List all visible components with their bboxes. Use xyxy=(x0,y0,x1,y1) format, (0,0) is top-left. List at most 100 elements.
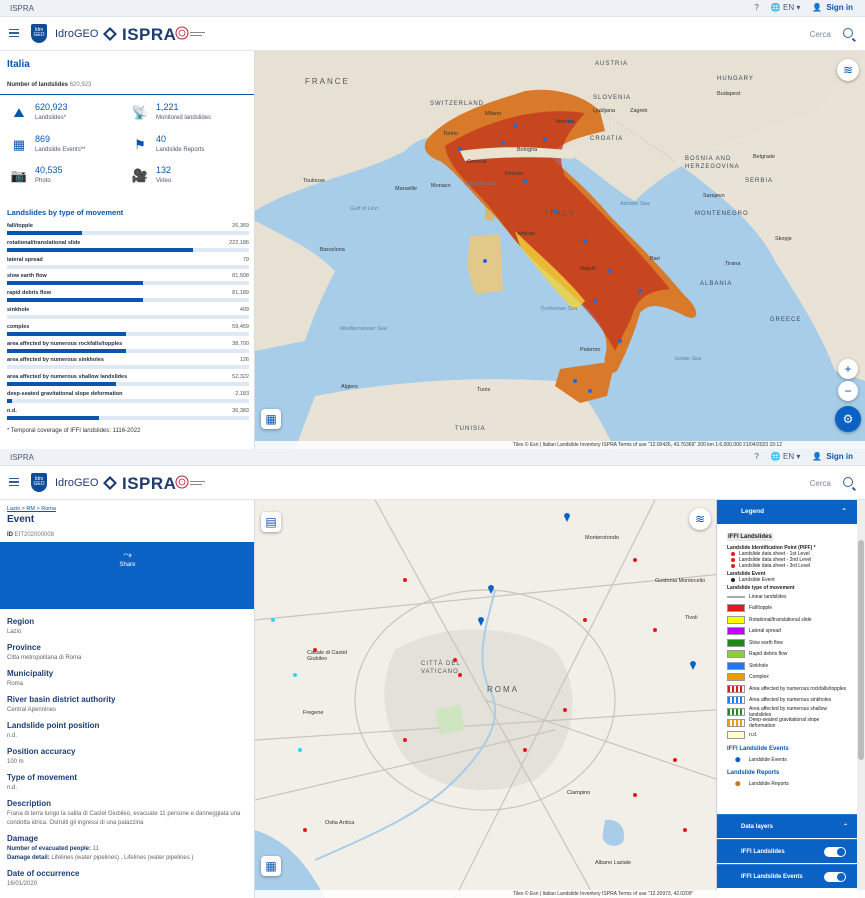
legend-type-item: Area affected by numerous shallow landsl… xyxy=(727,706,847,718)
layers-icon[interactable]: ≋ xyxy=(837,59,859,81)
search-label[interactable]: Cerca xyxy=(810,30,831,39)
movement-bar-row[interactable]: rotational/translational slide 222,186 xyxy=(7,239,249,256)
field-type-of-movement: Type of movement n.d. xyxy=(7,773,251,793)
zoom-in-button[interactable]: + xyxy=(838,359,858,379)
map-sea-ligurian: Ligurian Sea xyxy=(465,181,496,187)
damage-detail: Damage detail: Lifelines (water pipeline… xyxy=(7,854,251,863)
breadcrumb[interactable]: Lazio > RM > Roma xyxy=(7,506,56,512)
map-label-albania: ALBANIA xyxy=(700,281,733,287)
stat-landslides[interactable]: ⛰ 620,923 Landslides* xyxy=(10,102,120,128)
land-iberia xyxy=(255,221,335,351)
layer-label: IFFI Landslides xyxy=(741,849,785,855)
legend-panel: Legend IFFI Landslides Landslide Identif… xyxy=(716,500,858,898)
layer-toggle[interactable] xyxy=(824,847,846,857)
help-icon[interactable]: ? xyxy=(754,3,758,12)
language-label: EN xyxy=(782,3,795,12)
stat-video[interactable]: 🎥 132 Video xyxy=(131,165,241,191)
pin-icon: ⬤ xyxy=(735,756,741,763)
event-panel: Lazio > RM > Roma Event ID EIT202000008 … xyxy=(0,500,255,898)
app-name[interactable]: IdroGEO xyxy=(55,28,98,40)
idrogeo-logo[interactable]: Idro GEO xyxy=(31,473,47,492)
idrogeo-logo[interactable]: Idro GEO xyxy=(31,24,47,43)
sign-in-link[interactable]: 👤 Sign in xyxy=(812,452,853,461)
movement-name: rotational/translational slide xyxy=(7,239,81,246)
movement-bar-row[interactable]: n.d. 36,383 xyxy=(7,407,249,424)
movement-bar-row[interactable]: area affected by numerous sinkholes 126 xyxy=(7,356,249,373)
movement-bar-row[interactable]: sinkhole 409 xyxy=(7,306,249,323)
legend-label: Rapid debris flow xyxy=(749,651,788,658)
bar-fill xyxy=(7,231,83,235)
stat-photo[interactable]: 📷 40,535 Photo xyxy=(10,165,120,191)
movement-bar-row[interactable]: area affected by numerous shallow landsl… xyxy=(7,373,249,390)
sign-in-link[interactable]: 👤 Sign in xyxy=(812,3,853,12)
map-place-tivoli: Tivoli xyxy=(685,615,698,621)
map-italy[interactable]: FRANCE AUSTRIA HUNGARY SLOVENIA CROATIA … xyxy=(255,51,865,449)
legend-scrollbar[interactable] xyxy=(857,500,865,898)
ispra-wordmark[interactable]: ISPRA xyxy=(122,474,176,494)
app-name[interactable]: IdroGEO xyxy=(55,477,98,489)
legend-header[interactable]: Legend xyxy=(717,500,857,524)
top-brand[interactable]: ISPRA xyxy=(10,453,34,462)
menu-icon[interactable] xyxy=(9,478,19,486)
movement-bar-row[interactable]: complex 59,459 xyxy=(7,323,249,340)
map-city-bologna: Bologna xyxy=(517,147,538,153)
scrollbar-thumb[interactable] xyxy=(858,540,864,760)
stat-monitored[interactable]: 📡 1,221 Monitored landslides xyxy=(131,102,241,128)
field-damage: Damage Number of evacuated people: 11 Da… xyxy=(7,834,251,863)
top-brand[interactable]: ISPRA xyxy=(10,4,34,13)
menu-icon[interactable] xyxy=(9,29,19,37)
map-place-vatican: CITTÀ DEL VATICANO xyxy=(421,661,461,675)
map-city-budapest: Budapest xyxy=(717,91,741,97)
movement-bar-row[interactable]: slow earth flow 81,508 xyxy=(7,272,249,289)
stat-events[interactable]: ▦ 869 Landslide Events** xyxy=(10,134,120,160)
movement-bar-row[interactable]: rapid debris flow 81,189 xyxy=(7,289,249,306)
movement-name: n.d. xyxy=(7,407,17,414)
language-select[interactable]: 🌐 EN ▾ xyxy=(771,452,801,461)
search-icon[interactable] xyxy=(843,477,853,487)
map-sea-gulf-of-lion: Gulf of Lion xyxy=(350,206,379,212)
calendar-icon[interactable]: ▦ xyxy=(261,856,281,876)
stat-reports[interactable]: ⚑ 40 Landslide Reports xyxy=(131,134,241,160)
help-icon[interactable]: ? xyxy=(754,452,758,461)
share-icon[interactable]: ⤳ xyxy=(0,549,254,562)
settings-gear-icon[interactable]: ⚙ xyxy=(835,406,861,432)
data-layers-header[interactable]: Data layers ⌃ xyxy=(717,814,858,838)
zoom-out-button[interactable]: − xyxy=(838,381,858,401)
layer-iffi-events[interactable]: IFFI Landslide Events xyxy=(717,864,858,888)
layer-toggle[interactable] xyxy=(824,872,846,882)
layers-icon[interactable]: ≋ xyxy=(689,508,711,530)
damage-detail-label: Damage detail: xyxy=(7,855,50,861)
dot-icon xyxy=(731,578,735,582)
field-key: River basin district authority xyxy=(7,695,116,704)
movement-name: area affected by numerous shallow landsl… xyxy=(7,374,128,381)
share-button[interactable]: Share xyxy=(0,562,254,568)
search-icon[interactable] xyxy=(843,28,853,38)
legend-type-item: Linear landslides xyxy=(727,591,847,603)
movement-bar-row[interactable]: fall/topple 26,369 xyxy=(7,222,249,239)
field-value: 100 m xyxy=(7,759,24,765)
map-city-zagreb: Zagreb xyxy=(630,108,648,114)
search-label[interactable]: Cerca xyxy=(810,479,831,488)
map-label-switzerland: SWITZERLAND xyxy=(430,101,485,107)
legend-type-item: n.d. xyxy=(727,729,847,741)
calendar-icon[interactable]: ▦ xyxy=(261,409,281,429)
field-key: Damage xyxy=(7,834,39,843)
movement-value: 59,459 xyxy=(232,323,249,330)
layer-iffi-landslides[interactable]: IFFI Landslides xyxy=(717,839,858,863)
dot-icon xyxy=(731,564,735,568)
movement-name: area affected by numerous sinkholes xyxy=(7,357,104,364)
field-position-accuracy: Position accuracy 100 m xyxy=(7,747,251,767)
field-point-position: Landslide point position n.d. xyxy=(7,721,251,741)
movement-bar-row[interactable]: area affected by numerous rockfalls/topp… xyxy=(7,340,249,357)
legend-label: Slow earth flow xyxy=(749,639,783,646)
movement-bar-row[interactable]: lateral spread 79 xyxy=(7,256,249,273)
ispra-wordmark[interactable]: ISPRA xyxy=(122,25,176,45)
language-select[interactable]: 🌐 EN ▾ xyxy=(771,3,801,12)
legend-reports-title: Landslide Reports xyxy=(727,769,780,776)
legend-type-list: Linear landslides Fall/topple Rotational/t… xyxy=(727,591,847,741)
map-city-bari: Bari xyxy=(650,256,660,262)
movement-bar-row[interactable]: deep-seated gravitational slope deformat… xyxy=(7,390,249,407)
swatch-icon xyxy=(727,730,745,739)
swatch-icon xyxy=(727,684,745,693)
layers-stack-icon[interactable]: ▤ xyxy=(261,512,281,532)
